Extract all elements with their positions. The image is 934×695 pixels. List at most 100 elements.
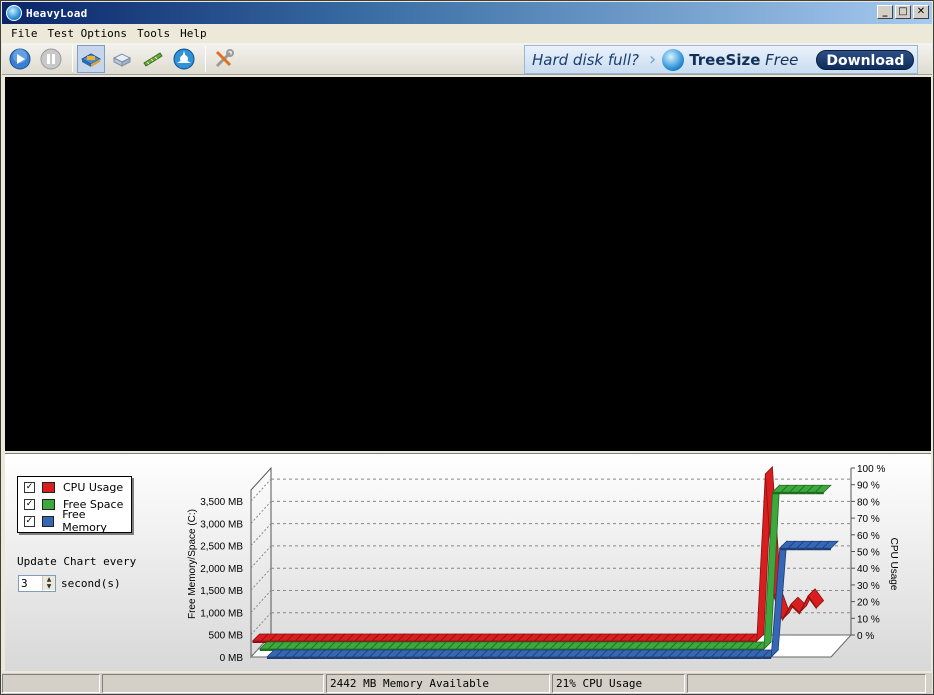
grid-line-side — [250, 612, 272, 636]
heavyload-app-icon[interactable] — [6, 5, 22, 21]
treesize-logo-icon — [662, 48, 685, 71]
series-segment-edge — [557, 657, 567, 659]
ad-question: Hard disk full? — [532, 50, 639, 69]
y2-tick-label: 100 % — [857, 464, 885, 475]
series-segment-edge — [822, 548, 831, 551]
series-segment-edge — [472, 657, 481, 659]
download-button[interactable]: Download — [816, 49, 915, 70]
y-tick-label: 500 MB — [209, 631, 244, 642]
series-segment-edge — [591, 657, 601, 659]
grid-line-side — [250, 523, 272, 547]
disk-stress-icon — [112, 52, 132, 67]
toolbar: Hard disk full? › TreeSize Free Download — [2, 43, 932, 75]
minimize-button[interactable]: _ — [877, 5, 893, 19]
menu-file[interactable]: File — [6, 27, 43, 40]
update-chart-label: Update Chart every — [17, 555, 137, 568]
series-segment-edge — [643, 657, 652, 659]
menu-bar: File Test Options Tools Help — [2, 24, 932, 42]
series-segment-edge — [335, 657, 344, 659]
stress-disk-button[interactable] — [108, 45, 136, 73]
series-segment-edge — [685, 657, 695, 659]
series-segment-edge — [326, 657, 336, 659]
series-segment-edge — [566, 657, 575, 659]
y2-tick-label: 40 % — [857, 564, 880, 575]
ad-brand-name: TreeSize — [689, 50, 761, 69]
series-segment-edge — [252, 641, 262, 643]
series-segment-edge — [506, 657, 515, 659]
series-segment-edge — [702, 657, 712, 659]
series-segment-edge — [514, 657, 524, 659]
series-segment-edge — [600, 657, 609, 659]
status-memory-available: 2442 MB Memory Available — [326, 674, 550, 693]
cpu-stress-icon — [80, 52, 102, 67]
spin-down-button[interactable]: ▼ — [43, 583, 55, 590]
usage-chart: 0 MB 500 MB 1,000 MB 1,500 MB 2,000 MB 2,500 … — [187, 464, 899, 664]
series-segment-edge — [651, 657, 661, 659]
update-interval-spinner[interactable]: 3 ▲ ▼ — [18, 575, 56, 592]
series-segment-edge — [694, 657, 703, 659]
status-bar: 2442 MB Memory Available 21% CPU Usage — [2, 673, 932, 694]
title-bar[interactable]: HeavyLoad _ □ ✕ — [2, 2, 932, 24]
pause-button[interactable] — [37, 45, 65, 73]
settings-tools-icon — [215, 48, 234, 67]
menu-help[interactable]: Help — [175, 27, 212, 40]
y2-axis-title: CPU Usage — [888, 538, 899, 591]
treesize-button[interactable] — [170, 45, 198, 73]
ad-brand: TreeSize Free — [689, 51, 798, 69]
treesize-ad-banner[interactable]: Hard disk full? › TreeSize Free Download — [524, 45, 918, 74]
stress-memory-button[interactable] — [139, 45, 167, 73]
series-segment-edge — [574, 657, 584, 659]
series-segment-edge — [719, 657, 729, 659]
legend-checkbox[interactable]: ✓ — [24, 498, 35, 510]
options-button[interactable] — [210, 45, 238, 73]
y-tick-label: 3,000 MB — [200, 519, 243, 530]
series-segment-edge — [660, 657, 669, 659]
toolbar-separator — [205, 45, 206, 72]
series-segment-edge — [309, 657, 319, 659]
grid-line-side — [250, 567, 272, 591]
y-tick-label: 1,500 MB — [200, 586, 243, 597]
update-interval-value[interactable]: 3 — [21, 577, 28, 590]
series-segment-edge — [420, 657, 430, 659]
close-button[interactable]: ✕ — [913, 5, 929, 19]
series-segment-edge — [608, 657, 618, 659]
series-segment-edge — [292, 657, 302, 659]
series-segment-edge — [745, 657, 755, 659]
legend-swatch — [41, 515, 55, 527]
menu-test-options[interactable]: Test Options — [43, 27, 132, 40]
y2-tick-label: 10 % — [857, 614, 880, 625]
y2-tick-label: 20 % — [857, 598, 880, 609]
legend-swatch — [42, 481, 55, 493]
y2-tick-label: 30 % — [857, 581, 880, 592]
series-segment-edge — [267, 657, 276, 659]
chart-panel: ✓ CPU Usage ✓ Free Space ✓ Free Memory U… — [5, 453, 931, 671]
series-segment-edge — [275, 657, 285, 659]
series-segment-edge — [772, 492, 782, 495]
legend-checkbox[interactable]: ✓ — [24, 515, 35, 527]
jamsoftware-icon — [173, 48, 195, 69]
app-window: HeavyLoad _ □ ✕ File Test Options Tools … — [0, 0, 934, 695]
series-segment-edge — [583, 657, 592, 659]
menu-tools[interactable]: Tools — [132, 27, 175, 40]
series-segment-edge — [378, 657, 387, 659]
series-segment-edge — [480, 657, 490, 659]
series-segment-edge — [549, 657, 558, 659]
legend-item-free-memory[interactable]: ✓ Free Memory — [24, 508, 131, 534]
ad-brand-edition: Free — [765, 50, 799, 69]
series-segment-edge — [455, 657, 464, 659]
series-segment-edge — [386, 657, 396, 659]
maximize-button[interactable]: □ — [895, 5, 911, 19]
spin-up-button[interactable]: ▲ — [43, 576, 55, 583]
stress-cpu-button[interactable] — [77, 44, 105, 73]
y2-tick-label: 60 % — [857, 531, 880, 542]
legend-item-cpu-usage[interactable]: ✓ CPU Usage — [24, 480, 123, 494]
series-segment-edge — [318, 657, 327, 659]
legend-label: CPU Usage — [63, 480, 124, 494]
y2-tick-label: 90 % — [857, 481, 880, 492]
series-segment-edge — [677, 657, 686, 659]
series-segment-edge — [284, 657, 293, 659]
grid-line-side — [250, 501, 272, 524]
start-button[interactable] — [6, 45, 34, 73]
legend-checkbox[interactable]: ✓ — [24, 481, 35, 493]
series-segment-edge — [754, 657, 763, 659]
